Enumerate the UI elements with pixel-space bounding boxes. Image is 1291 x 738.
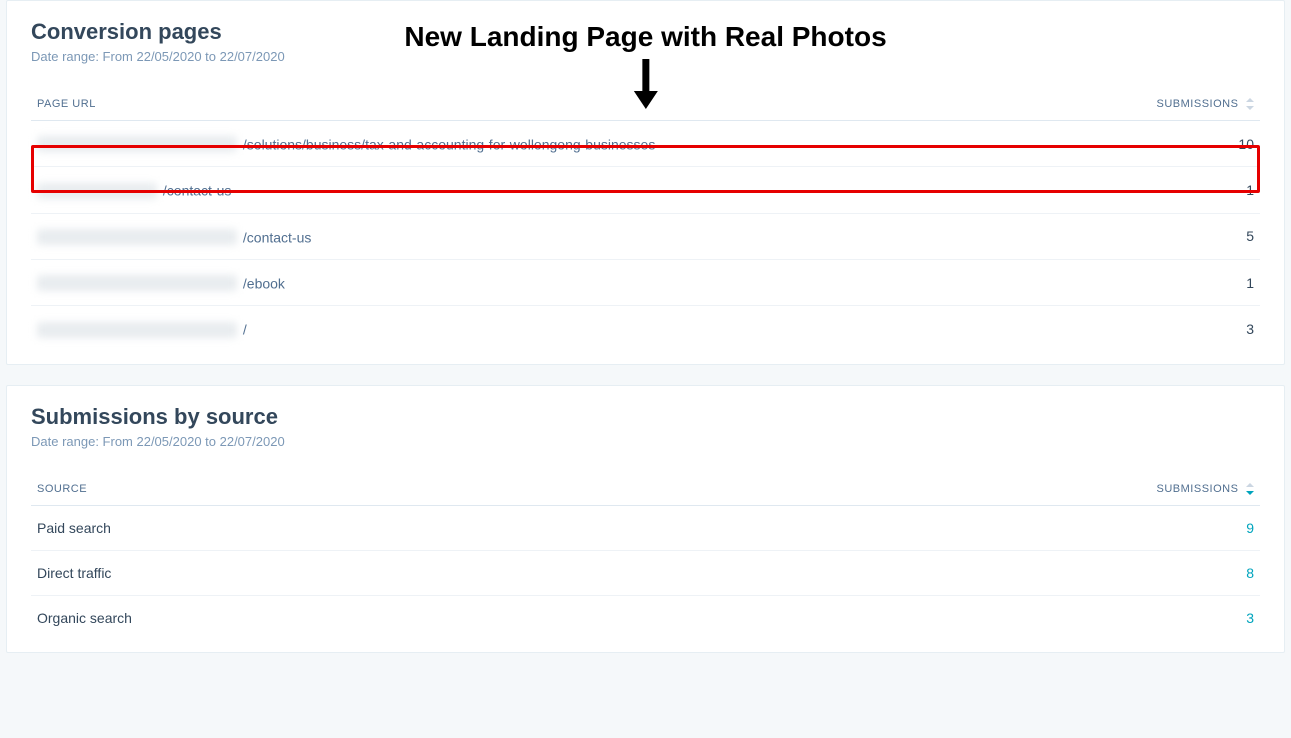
submissions-by-source-rows: Paid search 9 Direct traffic 8 Organic s… — [31, 505, 1260, 640]
table-row[interactable]: /ebook 1 — [31, 259, 1260, 305]
column-header-label: SUBMISSIONS — [1157, 483, 1239, 495]
table-row[interactable]: / 3 — [31, 306, 1260, 352]
source-name: Direct traffic — [31, 550, 638, 595]
card-title: Conversion pages — [31, 19, 1260, 45]
page-url-path: /contact-us — [243, 229, 311, 245]
submissions-value: 5 — [1078, 213, 1260, 259]
card-title: Submissions by source — [31, 404, 1260, 430]
submissions-value: 1 — [1078, 259, 1260, 305]
redacted-domain — [37, 136, 237, 152]
page-url-path: /ebook — [243, 275, 285, 291]
column-header-label: SOURCE — [37, 483, 87, 495]
page-url-path: / — [243, 322, 247, 338]
conversion-pages-rows: /solutions/business/tax-and-accounting-f… — [31, 121, 1260, 352]
table-row[interactable]: /contact-us 5 — [31, 213, 1260, 259]
redacted-domain — [37, 322, 237, 338]
column-header-submissions[interactable]: SUBMISSIONS — [638, 473, 1260, 506]
column-header-source[interactable]: SOURCE — [31, 473, 638, 506]
submissions-by-source-card: Submissions by source Date range: From 2… — [6, 385, 1285, 653]
submissions-value: 1 — [1078, 167, 1260, 213]
column-header-label: PAGE URL — [37, 98, 96, 110]
sort-desc-icon — [1246, 483, 1254, 495]
source-name: Paid search — [31, 505, 638, 550]
sort-icon — [1246, 98, 1254, 110]
table-row[interactable]: Organic search 3 — [31, 595, 1260, 640]
card-date-range: Date range: From 22/05/2020 to 22/07/202… — [31, 434, 1260, 449]
submissions-value: 8 — [638, 550, 1260, 595]
redacted-domain — [37, 229, 237, 245]
submissions-value: 3 — [638, 595, 1260, 640]
column-header-label: SUBMISSIONS — [1157, 98, 1239, 110]
table-row[interactable]: /contact-us 1 — [31, 167, 1260, 213]
conversion-pages-table: PAGE URL SUBMISSIONS /solutions/business… — [31, 88, 1260, 352]
table-row[interactable]: /solutions/business/tax-and-accounting-f… — [31, 121, 1260, 167]
submissions-value: 3 — [1078, 306, 1260, 352]
source-name: Organic search — [31, 595, 638, 640]
page-url-path: /solutions/business/tax-and-accounting-f… — [243, 136, 655, 152]
table-row[interactable]: Direct traffic 8 — [31, 550, 1260, 595]
submissions-value: 10 — [1078, 121, 1260, 167]
card-date-range: Date range: From 22/05/2020 to 22/07/202… — [31, 49, 1260, 64]
column-header-submissions[interactable]: SUBMISSIONS — [1078, 88, 1260, 121]
table-row[interactable]: Paid search 9 — [31, 505, 1260, 550]
conversion-pages-card: Conversion pages Date range: From 22/05/… — [6, 0, 1285, 365]
column-header-page-url[interactable]: PAGE URL — [31, 88, 1078, 121]
submissions-by-source-table: SOURCE SUBMISSIONS Paid search 9 Direct … — [31, 473, 1260, 640]
submissions-value: 9 — [638, 505, 1260, 550]
page-url-path: /contact-us — [163, 183, 231, 199]
redacted-domain — [37, 275, 237, 291]
redacted-domain — [37, 183, 157, 199]
